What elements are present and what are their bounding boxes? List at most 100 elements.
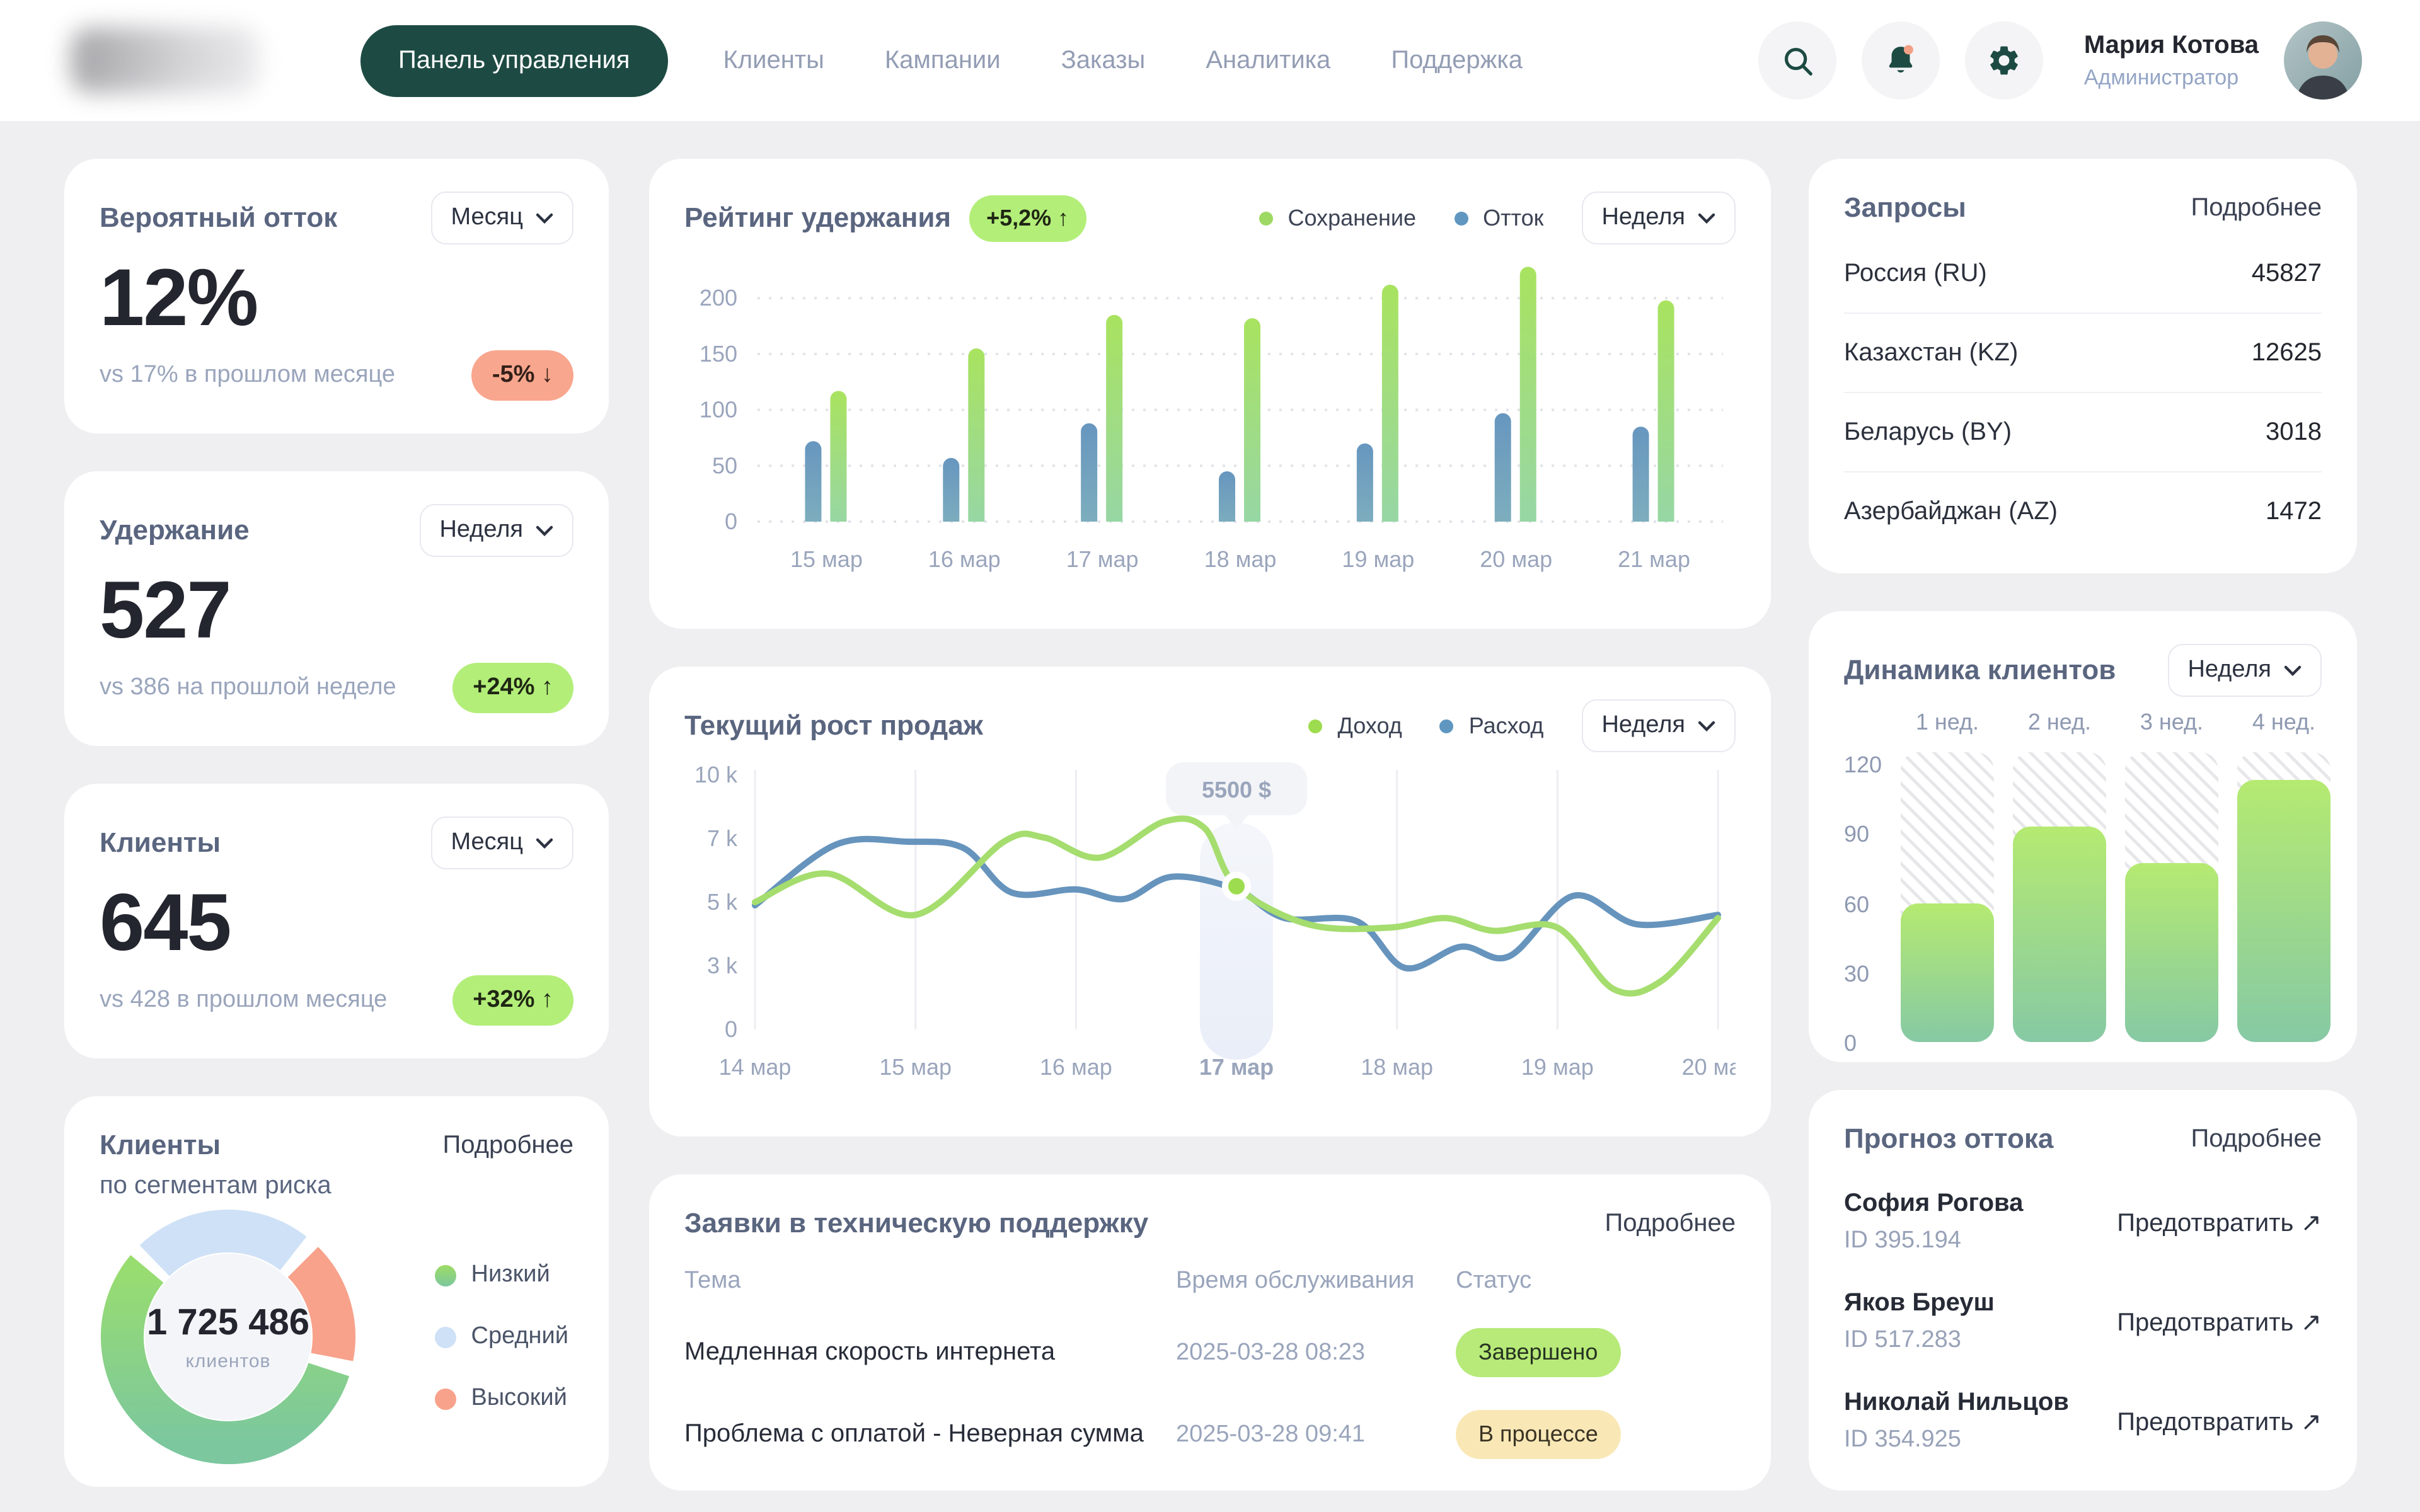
churn-dot bbox=[1454, 211, 1468, 225]
kpi-change-badge: -5% ↓ bbox=[472, 350, 573, 401]
period-dropdown[interactable]: Неделя bbox=[419, 504, 573, 557]
legend-item-medium: Средний bbox=[435, 1323, 569, 1351]
notifications-button[interactable] bbox=[1862, 21, 1940, 100]
retention-grouped-bar-chart: 05010015020015 мар16 мар17 мар18 мар19 м… bbox=[684, 255, 1736, 592]
prevent-link[interactable]: Предотвратить ↗ bbox=[2117, 1306, 2322, 1337]
nav-item-clients[interactable]: Клиенты bbox=[723, 46, 824, 75]
forecast-row: Николай Нильцов ID 354.925 Предотвратить… bbox=[1844, 1389, 2322, 1454]
save-dot bbox=[1259, 211, 1272, 225]
client-dynamics-card: Динамика клиентов Неделя 03060901201 нед… bbox=[1809, 611, 2357, 1062]
chevron-down-icon bbox=[536, 525, 553, 536]
churn-forecast-card: Прогноз оттока Подробнее София Рогова ID… bbox=[1809, 1090, 2357, 1491]
client-name: Николай Нильцов bbox=[1844, 1389, 2069, 1418]
legend-item-low: Низкий bbox=[435, 1261, 569, 1289]
notification-dot bbox=[1904, 45, 1914, 55]
kpi-title: Клиенты bbox=[100, 827, 221, 859]
dynamics-bar bbox=[2125, 864, 2218, 1042]
search-button[interactable] bbox=[1759, 21, 1837, 100]
segments-subtitle: по сегментам риска bbox=[100, 1172, 573, 1201]
avatar[interactable] bbox=[2284, 21, 2362, 100]
y-tick: 60 bbox=[1844, 891, 1887, 918]
dashboard-content: Вероятный отток Месяц 12% vs 17% в прошл… bbox=[0, 121, 2420, 1512]
settings-button[interactable] bbox=[1966, 21, 2044, 100]
dynamics-bar-chart: 03060901201 нед.2 нед.3 нед.4 нед. bbox=[1844, 709, 2322, 1052]
kpi-change-badge: +32% ↑ bbox=[452, 975, 573, 1026]
svg-text:16 мар: 16 мар bbox=[928, 546, 1001, 572]
request-count: 1472 bbox=[2266, 498, 2322, 527]
period-dropdown[interactable]: Месяц bbox=[430, 816, 573, 869]
svg-text:17 мар: 17 мар bbox=[1199, 1054, 1274, 1080]
forecast-row: София Рогова ID 395.194 Предотвратить ↗ bbox=[1844, 1189, 2322, 1255]
ticket-topic: Проблема с оплатой - Неверная сумма bbox=[684, 1420, 1176, 1449]
support-table-header: Тема Время обслуживания Статус bbox=[684, 1268, 1736, 1295]
svg-text:14 мар: 14 мар bbox=[719, 1054, 792, 1080]
y-tick: 30 bbox=[1844, 961, 1887, 988]
ticket-time: 2025-03-28 08:23 bbox=[1176, 1339, 1456, 1366]
sales-line-chart: 03 k5 k7 k10 k5500 $14 мар15 мар16 мар17… bbox=[684, 762, 1736, 1100]
high-risk-dot bbox=[435, 1388, 456, 1409]
chevron-down-icon bbox=[1698, 720, 1715, 731]
dynamics-bar bbox=[2237, 780, 2331, 1042]
expense-dot bbox=[1440, 719, 1454, 733]
dynamics-bar bbox=[1901, 903, 1994, 1042]
support-table-row[interactable]: Медленная скорость интернета 2025-03-28 … bbox=[684, 1328, 1736, 1377]
support-table-row[interactable]: Проблема с оплатой - Неверная сумма 2025… bbox=[684, 1410, 1736, 1459]
prevent-link[interactable]: Предотвратить ↗ bbox=[2117, 1406, 2322, 1437]
request-count: 3018 bbox=[2266, 418, 2322, 447]
tab-dashboard[interactable]: Панель управления bbox=[360, 25, 667, 96]
details-link[interactable]: Подробнее bbox=[2191, 193, 2322, 222]
svg-text:17 мар: 17 мар bbox=[1066, 546, 1139, 572]
kpi-value: 12% bbox=[100, 251, 573, 344]
period-dropdown[interactable]: Неделя bbox=[1581, 192, 1736, 244]
svg-text:18 мар: 18 мар bbox=[1204, 546, 1277, 572]
user-info: Мария Котова Администратор bbox=[2084, 31, 2259, 90]
kpi-value: 645 bbox=[100, 876, 573, 969]
period-dropdown[interactable]: Месяц bbox=[430, 192, 573, 244]
status-badge: Завершено bbox=[1456, 1328, 1620, 1377]
svg-text:19 мар: 19 мар bbox=[1342, 546, 1414, 572]
chevron-down-icon bbox=[536, 837, 553, 849]
client-id: ID 517.283 bbox=[1844, 1327, 1995, 1354]
nav-item-orders[interactable]: Заказы bbox=[1061, 46, 1146, 75]
user-role: Администратор bbox=[2084, 65, 2259, 90]
search-icon bbox=[1781, 43, 1815, 77]
kpi-compare: vs 17% в прошлом месяце bbox=[100, 362, 395, 389]
client-id: ID 395.194 bbox=[1844, 1227, 2023, 1255]
client-name: София Рогова bbox=[1844, 1189, 2023, 1218]
bar-track bbox=[1901, 752, 1994, 1042]
period-dropdown[interactable]: Неделя bbox=[2167, 644, 2322, 697]
nav-item-campaigns[interactable]: Кампании bbox=[885, 46, 1001, 75]
forecast-title: Прогноз оттока bbox=[1844, 1123, 2053, 1155]
period-dropdown[interactable]: Неделя bbox=[1581, 699, 1736, 752]
client-name: Яков Бреуш bbox=[1844, 1289, 1995, 1318]
kpi-change-badge: +24% ↑ bbox=[452, 663, 573, 713]
week-label: 4 нед. bbox=[2237, 709, 2331, 736]
svg-text:150: 150 bbox=[700, 341, 737, 367]
nav-item-support[interactable]: Поддержка bbox=[1391, 46, 1523, 75]
requests-card: Запросы Подробнее Россия (RU) 45827 Каза… bbox=[1809, 159, 2357, 573]
sales-legend: Доход Расход bbox=[1309, 713, 1544, 739]
week-label: 1 нед. bbox=[1901, 709, 1994, 736]
nav-item-analytics[interactable]: Аналитика bbox=[1206, 46, 1330, 75]
country-label: Беларусь (BY) bbox=[1844, 418, 2012, 447]
income-dot bbox=[1309, 719, 1323, 733]
details-link[interactable]: Подробнее bbox=[1605, 1209, 1736, 1238]
risk-donut-chart: 1 725 486 клиентов bbox=[100, 1208, 357, 1465]
details-link[interactable]: Подробнее bbox=[443, 1131, 573, 1160]
legend-item-churn: Отток bbox=[1454, 205, 1543, 231]
svg-text:0: 0 bbox=[725, 1016, 737, 1042]
retention-chart-card: Рейтинг удержания +5,2% ↑ Сохранение Отт… bbox=[649, 159, 1771, 629]
request-count: 12625 bbox=[2252, 338, 2322, 367]
svg-text:3 k: 3 k bbox=[707, 953, 738, 978]
right-column: Запросы Подробнее Россия (RU) 45827 Каза… bbox=[1809, 159, 2357, 1491]
svg-text:20 мар: 20 мар bbox=[1682, 1054, 1736, 1080]
top-navigation-bar: Панель управления Клиенты Кампании Заказ… bbox=[0, 0, 2420, 121]
details-link[interactable]: Подробнее bbox=[2191, 1125, 2322, 1154]
svg-text:20 мар: 20 мар bbox=[1480, 546, 1552, 572]
prevent-link[interactable]: Предотвратить ↗ bbox=[2117, 1206, 2322, 1238]
chevron-down-icon bbox=[536, 212, 553, 224]
dashboard-page: Панель управления Клиенты Кампании Заказ… bbox=[0, 0, 2420, 1512]
risk-segments-card: Клиенты Подробнее по сегментам риска 1 7… bbox=[64, 1096, 609, 1487]
donut-center-value: 1 725 486 bbox=[147, 1302, 309, 1344]
middle-column: Рейтинг удержания +5,2% ↑ Сохранение Отт… bbox=[649, 159, 1771, 1491]
